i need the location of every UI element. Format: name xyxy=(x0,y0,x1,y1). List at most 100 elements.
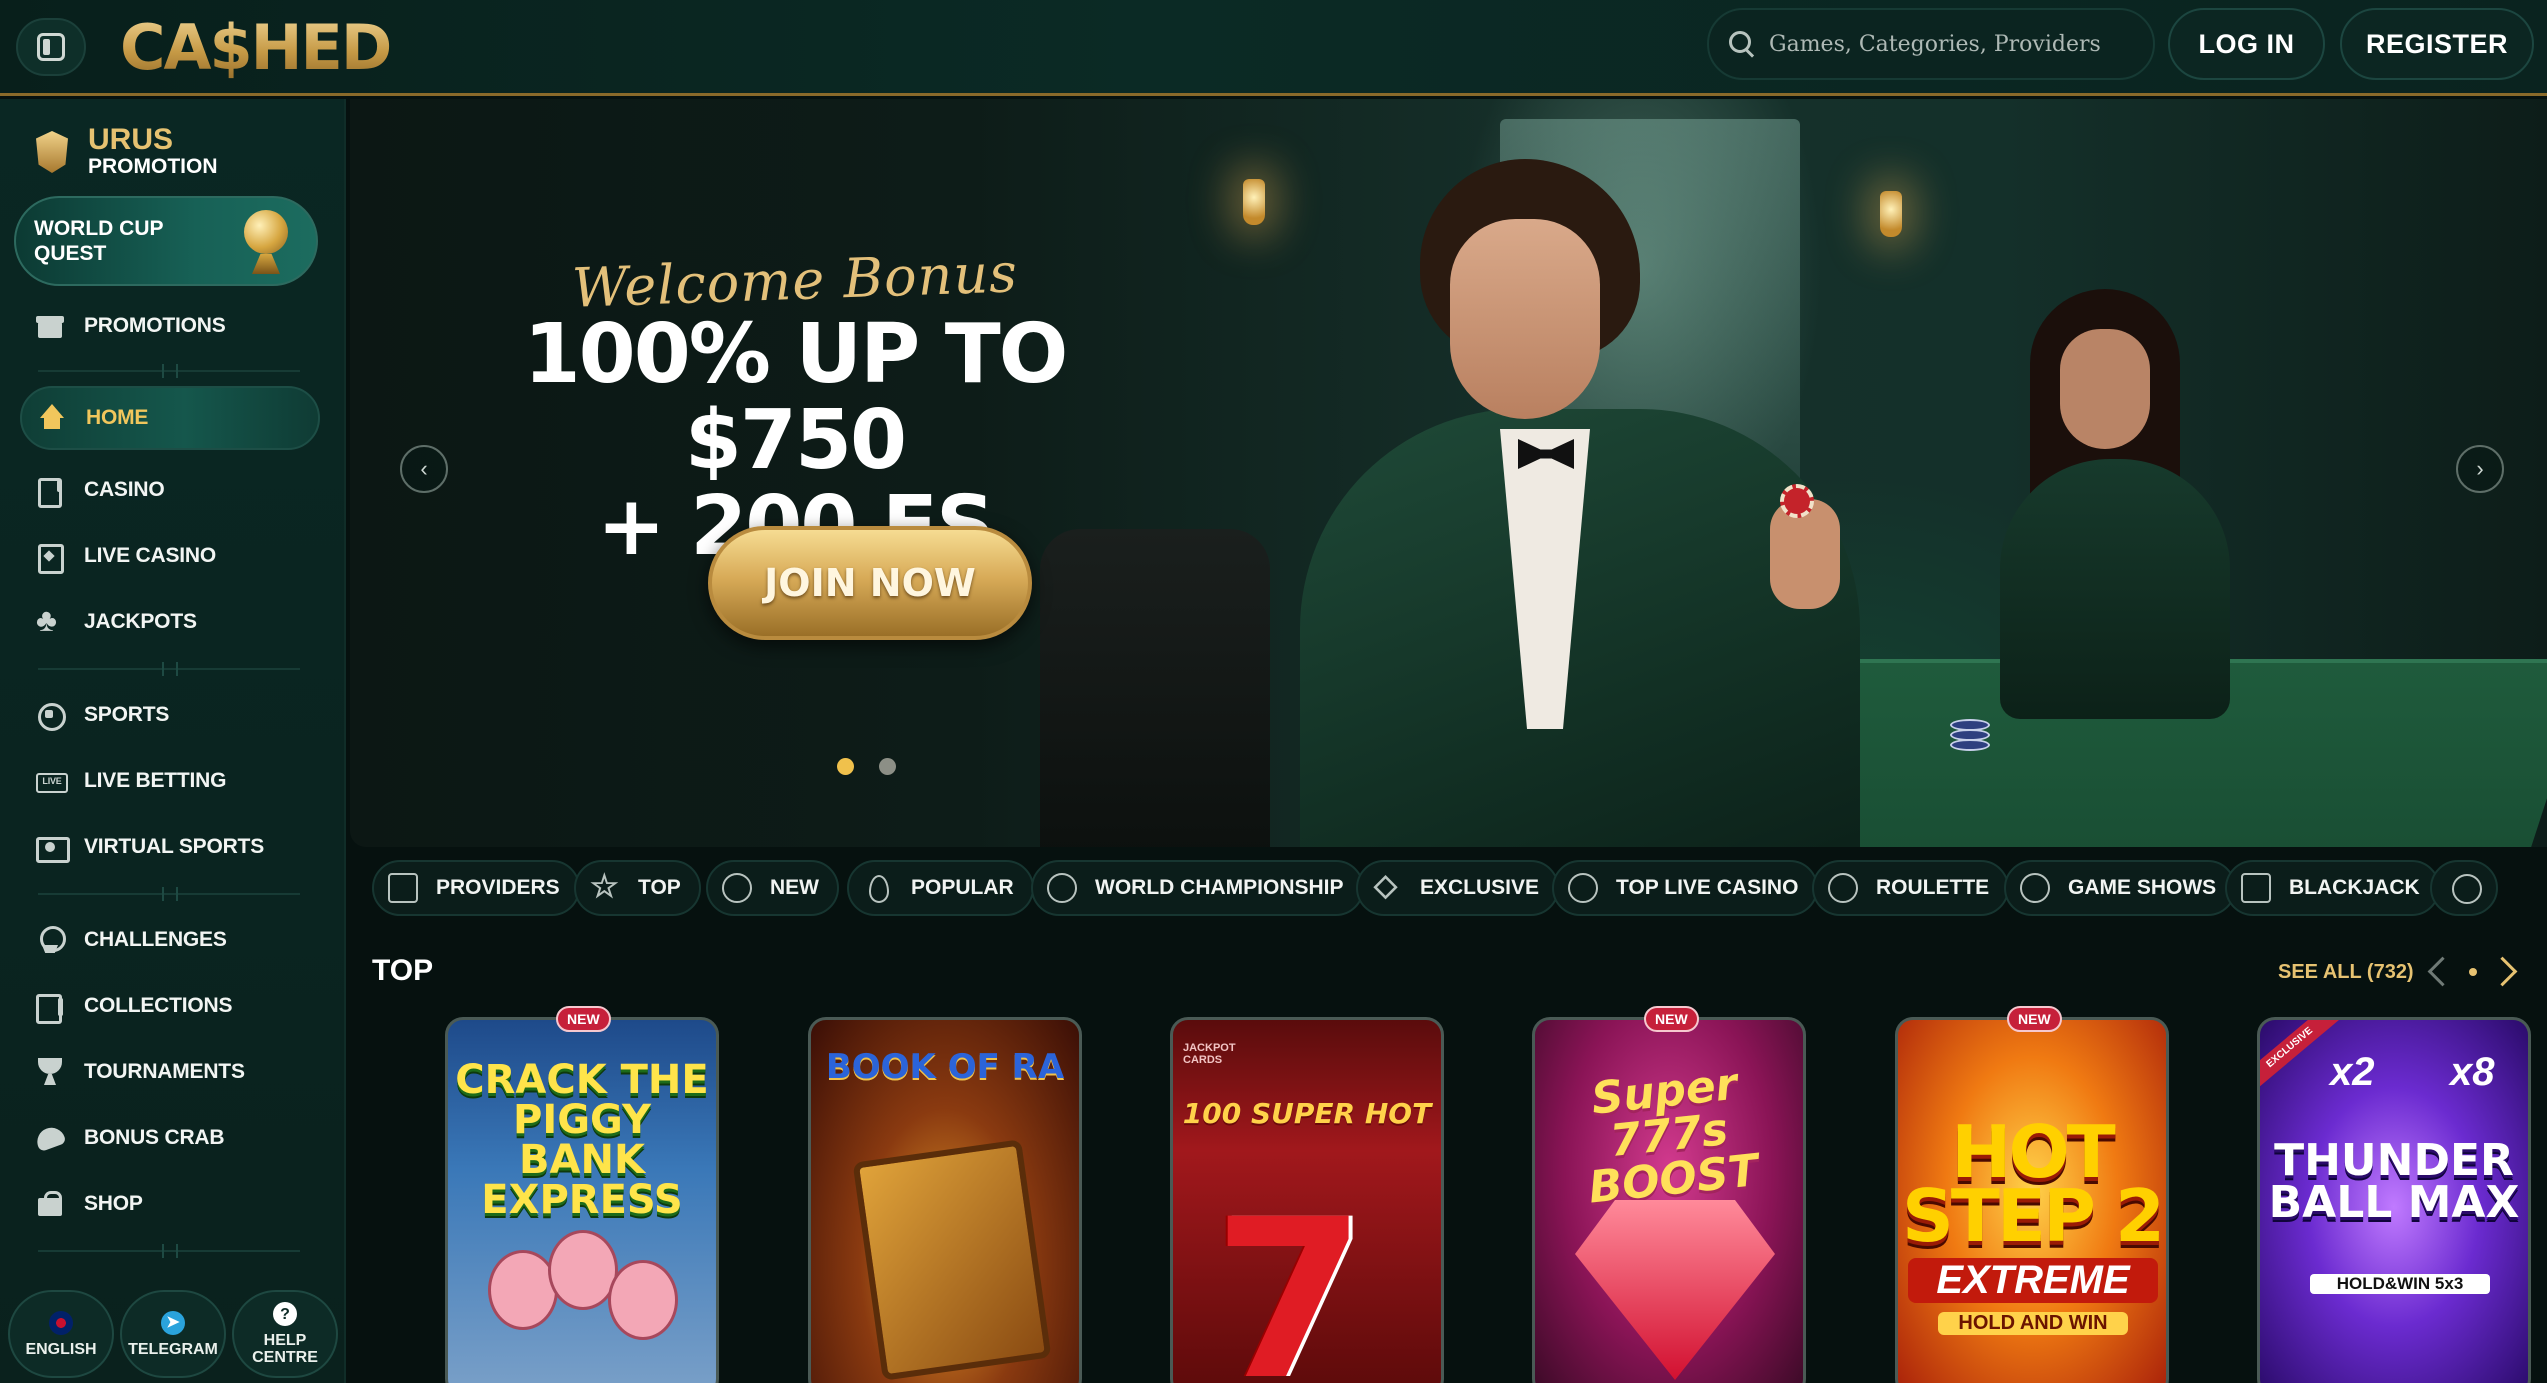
sidebar-item-casino[interactable]: CASINO xyxy=(20,460,320,520)
see-all-link[interactable]: SEE ALL (732) xyxy=(2278,961,2414,984)
fire-icon xyxy=(863,873,893,903)
live-badge-icon xyxy=(36,767,68,795)
language-label: ENGLISH xyxy=(25,1340,97,1358)
virtual-screen-icon xyxy=(36,833,70,863)
game-subtitle: EXTREME xyxy=(1908,1258,2158,1303)
telegram-button[interactable]: ➤ TELEGRAM xyxy=(120,1290,226,1378)
game-card-crack-the-piggy-bank[interactable]: CRACK THE PIGGY BANK EXPRESS xyxy=(445,1017,719,1383)
star-icon xyxy=(590,867,620,905)
multiplier-x2: x2 xyxy=(2330,1050,2375,1094)
game-card-hot-step-2-extreme[interactable]: HOT STEP 2 EXTREME HOLD AND WIN xyxy=(1895,1017,2169,1383)
new-badge: NEW xyxy=(2007,1006,2062,1032)
hero-next-arrow-icon[interactable]: › xyxy=(2456,445,2504,493)
sidebar-item-label: CHALLENGES xyxy=(84,928,227,951)
game-tag: HOLD AND WIN xyxy=(1938,1312,2128,1335)
crab-claw-icon xyxy=(36,1124,64,1152)
urus-promotion-link[interactable]: URUS PROMOTION xyxy=(30,121,218,183)
sidebar-item-tournaments[interactable]: TOURNAMENTS xyxy=(20,1042,320,1102)
medal-icon xyxy=(36,926,66,954)
game-title: Super 777s BOOST xyxy=(1586,1058,1761,1214)
category-world-championship[interactable]: WORLD CHAMPIONSHIP xyxy=(1031,860,1364,916)
register-button[interactable]: REGISTER xyxy=(2340,8,2534,80)
sidebar-item-label: SHOP xyxy=(84,1192,143,1215)
diamond-icon xyxy=(1372,868,1402,903)
category-exclusive[interactable]: EXCLUSIVE xyxy=(1356,860,1560,916)
carousel-next-icon[interactable] xyxy=(2488,953,2522,991)
flag-icon xyxy=(49,1310,73,1335)
carousel-dot[interactable] xyxy=(879,758,896,775)
game-title: THUNDER BALL MAX xyxy=(2268,1135,2520,1228)
game-card-thunder-ball-max[interactable]: EXCLUSIVE x2 x8 THUNDER BALL MAX HOLD&WI… xyxy=(2257,1017,2531,1383)
game-title: HOT STEP 2 xyxy=(1901,1110,2165,1258)
sidebar-item-bonus-crab[interactable]: BONUS CRAB xyxy=(20,1108,320,1168)
search-input[interactable] xyxy=(1769,31,2149,57)
telegram-label: TELEGRAM xyxy=(128,1340,218,1358)
category-blackjack[interactable]: BLACKJACK xyxy=(2225,860,2440,916)
world-cup-quest-button[interactable]: WORLD CUP QUEST xyxy=(14,196,318,286)
carousel-prev-icon[interactable] xyxy=(2424,953,2458,991)
hero-man-figure xyxy=(1300,159,1880,847)
multiplier-x8: x8 xyxy=(2450,1050,2495,1094)
sidebar-item-label: PROMOTIONS xyxy=(84,314,226,337)
nav-divider xyxy=(38,1244,300,1258)
category-more-icon[interactable] xyxy=(2430,860,2498,916)
nav-divider xyxy=(38,887,300,901)
category-top[interactable]: TOP xyxy=(574,860,701,916)
hero-banner[interactable]: Welcome Bonus 100% UP TO $750 + 200 FS J… xyxy=(350,99,2547,847)
sidebar-item-jackpots[interactable]: JACKPOTS xyxy=(20,592,320,652)
nav-divider xyxy=(38,662,300,676)
help-centre-label: HELP CENTRE xyxy=(252,1332,318,1366)
trophy-icon xyxy=(36,1058,64,1086)
wheel-of-fortune-icon xyxy=(2020,873,2050,903)
sidebar-item-home[interactable]: HOME xyxy=(20,386,320,450)
wall-lamp xyxy=(1243,179,1265,225)
sidebar-toggle-button[interactable] xyxy=(16,18,86,76)
game-title: BOOK OF RA xyxy=(825,1047,1065,1087)
sidebar-item-label: BONUS CRAB xyxy=(84,1126,225,1149)
carousel-indicator-dot xyxy=(2469,968,2477,976)
sidebar-item-sports[interactable]: SPORTS xyxy=(20,685,320,745)
help-centre-button[interactable]: ? HELP CENTRE xyxy=(232,1290,338,1378)
sidebar-item-virtual-sports[interactable]: VIRTUAL SPORTS xyxy=(20,817,320,877)
sidebar-item-live-casino[interactable]: LIVE CASINO xyxy=(20,526,320,586)
carousel-dot-active[interactable] xyxy=(837,758,854,775)
search-bar[interactable] xyxy=(1707,8,2155,80)
sidebar-item-collections[interactable]: COLLECTIONS xyxy=(20,976,320,1036)
sidebar-item-live-betting[interactable]: LIVE BETTING xyxy=(20,751,320,811)
clover-icon xyxy=(36,602,64,639)
chair xyxy=(1040,529,1270,847)
home-icon xyxy=(38,404,66,432)
game-card-100-super-hot[interactable]: JACKPOT CARDS 100 SUPER HOT 7 xyxy=(1170,1017,1444,1383)
category-popular[interactable]: POPULAR xyxy=(847,860,1034,916)
lucky-seven-art: 7 xyxy=(1213,1172,1367,1383)
login-button[interactable]: LOG IN xyxy=(2168,8,2325,80)
playing-cards-icon xyxy=(2241,873,2271,903)
section-title-top: TOP xyxy=(372,954,434,987)
join-now-button[interactable]: JOIN NOW xyxy=(708,526,1032,640)
world-cup-quest-label: WORLD CUP QUEST xyxy=(34,217,164,265)
category-roulette[interactable]: ROULETTE xyxy=(1812,860,2010,916)
roulette-wheel-icon xyxy=(1828,873,1858,903)
piggy-characters-art xyxy=(488,1220,678,1380)
site-logo[interactable]: CA$HED xyxy=(120,10,392,86)
red-diamond-art xyxy=(1575,1200,1775,1380)
category-top-live-casino[interactable]: TOP LIVE CASINO xyxy=(1552,860,1819,916)
sidebar-item-promotions[interactable]: PROMOTIONS xyxy=(20,296,320,356)
language-button[interactable]: ENGLISH xyxy=(8,1290,114,1378)
wall-lamp xyxy=(1880,191,1902,237)
live-cards-icon xyxy=(36,542,64,574)
urus-subtitle: PROMOTION xyxy=(88,155,218,178)
game-title: CRACK THE PIGGY BANK EXPRESS xyxy=(455,1057,709,1223)
golden-ball-trophy-icon xyxy=(240,210,292,276)
category-providers[interactable]: PROVIDERS xyxy=(372,860,580,916)
help-icon: ? xyxy=(273,1302,297,1326)
hero-prev-arrow-icon[interactable]: ‹ xyxy=(400,445,448,493)
sidebar-item-label: COLLECTIONS xyxy=(84,994,233,1017)
nav-divider xyxy=(38,364,300,378)
sidebar-item-shop[interactable]: SHOP xyxy=(20,1174,320,1234)
sidebar-item-challenges[interactable]: CHALLENGES xyxy=(20,910,320,970)
category-game-shows[interactable]: GAME SHOWS xyxy=(2004,860,2237,916)
category-new[interactable]: NEW xyxy=(706,860,839,916)
game-card-super-777s-boost[interactable]: Super 777s BOOST xyxy=(1532,1017,1806,1383)
game-card-book-of-ra[interactable]: BOOK OF RA xyxy=(808,1017,1082,1383)
